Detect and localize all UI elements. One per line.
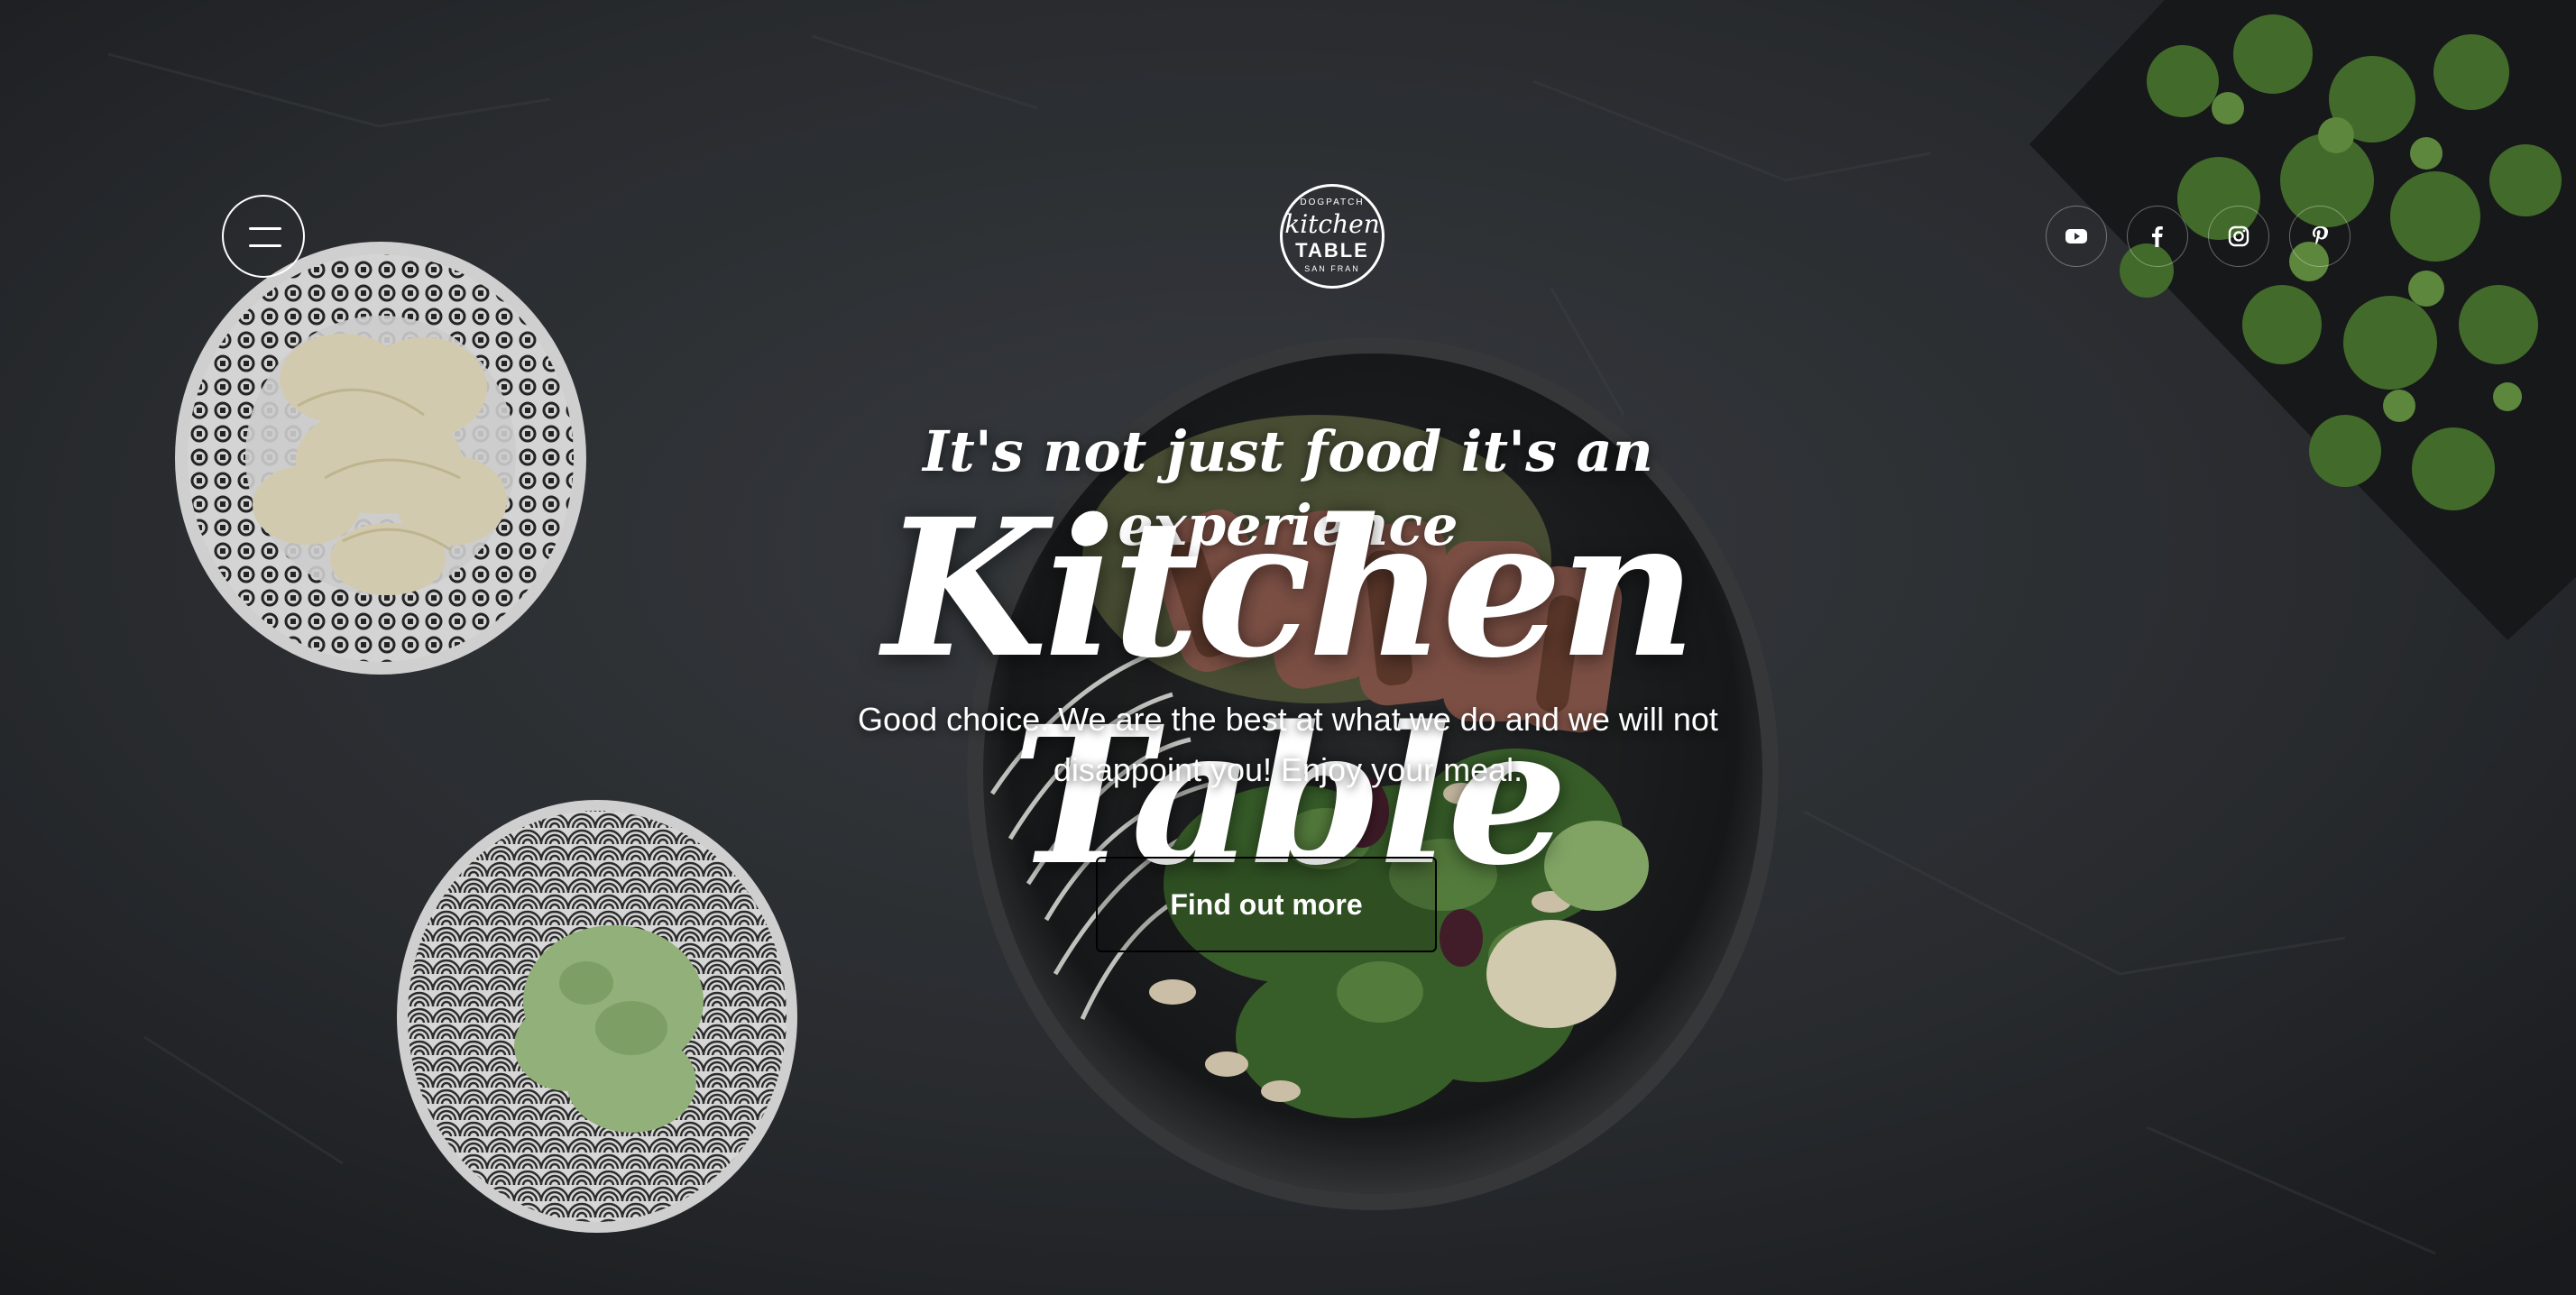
youtube-icon [2065, 229, 2087, 243]
logo-script: kitchen [1284, 209, 1380, 239]
menu-toggle-button[interactable] [222, 195, 305, 278]
instagram-icon [2228, 225, 2249, 247]
youtube-link[interactable] [2046, 206, 2107, 267]
facebook-icon [2152, 226, 2163, 247]
hamburger-menu-icon [249, 227, 281, 230]
hero-section: DOGPATCH kitchen TABLE SAN FRAN It's not… [0, 0, 2576, 1295]
hero-description: Good choice. We are the best at what we … [858, 701, 1718, 788]
pinterest-link[interactable] [2289, 206, 2351, 267]
facebook-link[interactable] [2127, 206, 2188, 267]
find-out-more-button[interactable]: Find out more [1096, 857, 1437, 952]
instagram-link[interactable] [2208, 206, 2269, 267]
pinterest-icon [2313, 226, 2328, 245]
site-logo[interactable]: DOGPATCH kitchen TABLE SAN FRAN [1280, 184, 1385, 289]
hero-title: Kitchen Table [882, 477, 1697, 907]
logo-arc-bottom: SAN FRAN [1304, 264, 1360, 273]
logo-caps: TABLE [1295, 239, 1369, 262]
logo-arc-top: DOGPATCH [1300, 197, 1365, 207]
